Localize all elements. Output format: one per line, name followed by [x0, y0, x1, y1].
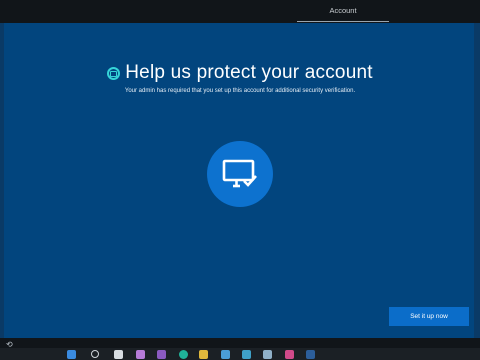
network-icon[interactable] [242, 350, 251, 359]
store-icon[interactable] [263, 350, 272, 359]
tab-account[interactable]: Account [297, 0, 389, 22]
notepad-icon[interactable] [136, 350, 145, 359]
settings-icon[interactable] [221, 350, 230, 359]
app-icon-pink[interactable] [285, 350, 294, 359]
tab-active-indicator [297, 21, 389, 22]
page-subtitle: Your admin has required that you set up … [124, 88, 356, 94]
start-icon[interactable] [67, 350, 76, 359]
page-title: Help us protect your account [125, 62, 373, 83]
title-row: Help us protect your account [0, 61, 480, 85]
app-icon-blue[interactable] [306, 350, 315, 359]
search-icon[interactable] [91, 350, 99, 358]
folder-icon[interactable] [179, 350, 188, 359]
mail-icon[interactable] [199, 350, 208, 359]
file-explorer-icon[interactable] [114, 350, 123, 359]
top-bar [0, 0, 480, 24]
bottom-strip [0, 338, 480, 348]
org-logo-icon [107, 67, 121, 80]
edge-icon[interactable] [157, 350, 166, 359]
set-it-up-now-button[interactable]: Set it up now [389, 307, 469, 326]
monitor-check-icon [207, 141, 273, 207]
